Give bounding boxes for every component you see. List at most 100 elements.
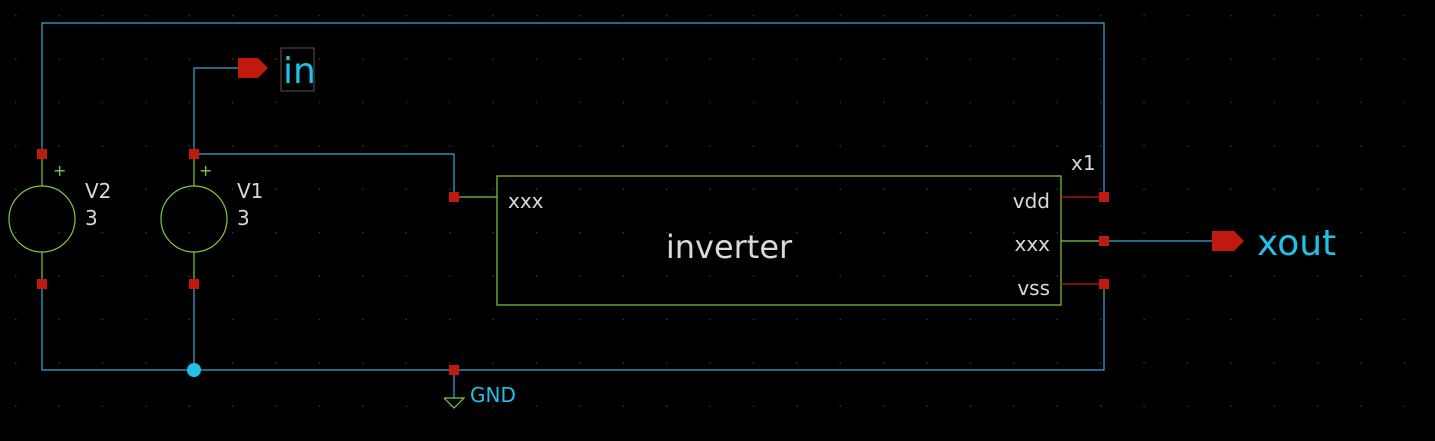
grid-dot [1403, 58, 1406, 60]
grid-dot [318, 145, 321, 147]
grid-dot [1186, 318, 1189, 321]
v2-pin-top[interactable] [37, 149, 47, 159]
grid-dot [1186, 15, 1189, 17]
grid-dot [275, 362, 277, 364]
grid-dot [492, 15, 494, 17]
grid-dot [1143, 405, 1145, 407]
grid-dot [188, 405, 190, 407]
grid-dot [492, 188, 494, 190]
grid-dot [752, 58, 755, 60]
grid-dot [535, 15, 538, 17]
grid-dot [926, 58, 928, 60]
grid-dot [1143, 188, 1145, 190]
grid-dot [1013, 318, 1015, 321]
grid-dot [1317, 405, 1319, 407]
grid-dot [1056, 188, 1058, 190]
grid-dot [1360, 362, 1362, 364]
grid-dot [101, 145, 104, 147]
grid-dot [796, 145, 798, 147]
grid-dot [1143, 275, 1145, 277]
grid-dot [1273, 405, 1275, 407]
grid-dot [492, 58, 494, 60]
grid-dot [232, 318, 234, 321]
grid-dot [1317, 15, 1319, 17]
grid-dot [492, 318, 494, 321]
instance-name-label: x1 [1071, 151, 1096, 175]
grid-dot [449, 101, 451, 104]
grid-dot [232, 188, 234, 190]
grid-dot [449, 58, 451, 60]
pin-out-terminal[interactable] [1099, 236, 1109, 246]
grid-dot [58, 275, 60, 277]
grid-dot [405, 232, 407, 234]
grid-dot [1403, 232, 1406, 234]
grid-dot [101, 15, 104, 17]
grid-dot [1273, 145, 1275, 147]
grid-dot [883, 232, 885, 234]
grid-dot [449, 362, 451, 364]
grid-dot [839, 362, 841, 364]
grid-dot [883, 58, 885, 60]
grid-dot [796, 232, 798, 234]
grid-dot [535, 232, 538, 234]
grid-dot [883, 15, 885, 17]
grid-dot [796, 58, 798, 60]
grid-dot [622, 58, 624, 60]
grid-dot [405, 188, 407, 190]
grid-dot [188, 145, 190, 147]
grid-dot [666, 405, 668, 407]
grid-dot [752, 362, 755, 364]
grid-dot [145, 58, 147, 60]
grid-dot [883, 275, 885, 277]
pin-in-terminal[interactable] [449, 192, 459, 202]
pin-vdd-terminal[interactable] [1099, 192, 1109, 202]
grid-dot [839, 405, 841, 407]
canvas-background [0, 0, 1435, 441]
grid-dot [275, 232, 277, 234]
grid-dot [1273, 101, 1275, 104]
grid-dot [318, 362, 321, 364]
grid-dot [15, 232, 17, 234]
grid-dot [145, 15, 147, 17]
grid-dot [579, 232, 581, 234]
grid-dot [15, 101, 17, 104]
grid-dot [926, 405, 928, 407]
grid-dot [275, 318, 277, 321]
grid-dot [1230, 188, 1232, 190]
v1-pin-top[interactable] [189, 149, 199, 159]
grid-dot [709, 145, 711, 147]
grid-dot [492, 232, 494, 234]
grid-dot [1360, 275, 1362, 277]
grid-dot [405, 318, 407, 321]
grid-dot [926, 15, 928, 17]
ground-pin[interactable] [449, 365, 459, 375]
grid-dot [839, 232, 841, 234]
grid-dot [1056, 58, 1058, 60]
grid-dot [362, 405, 364, 407]
grid-dot [926, 101, 928, 104]
grid-dot [1186, 101, 1189, 104]
v2-pin-bottom[interactable] [37, 279, 47, 289]
grid-dot [1143, 58, 1145, 60]
grid-dot [15, 362, 17, 364]
grid-dot [926, 232, 928, 234]
grid-dot [1230, 15, 1232, 17]
grid-dot [926, 318, 928, 321]
v2-plus-sign: + [53, 161, 66, 180]
grid-dot [1317, 318, 1319, 321]
grid-dot [1360, 232, 1362, 234]
grid-dot [362, 58, 364, 60]
grid-dot [839, 15, 841, 17]
grid-dot [622, 275, 624, 277]
pin-vss-terminal[interactable] [1099, 279, 1109, 289]
grid-dot [1317, 275, 1319, 277]
grid-dot [232, 145, 234, 147]
grid-dot [839, 188, 841, 190]
grid-dot [969, 15, 972, 17]
grid-dot [1100, 362, 1102, 364]
grid-dot [752, 188, 755, 190]
junction-dot[interactable] [187, 363, 201, 377]
v1-pin-bottom[interactable] [189, 279, 199, 289]
grid-dot [969, 275, 972, 277]
grid-dot [666, 362, 668, 364]
